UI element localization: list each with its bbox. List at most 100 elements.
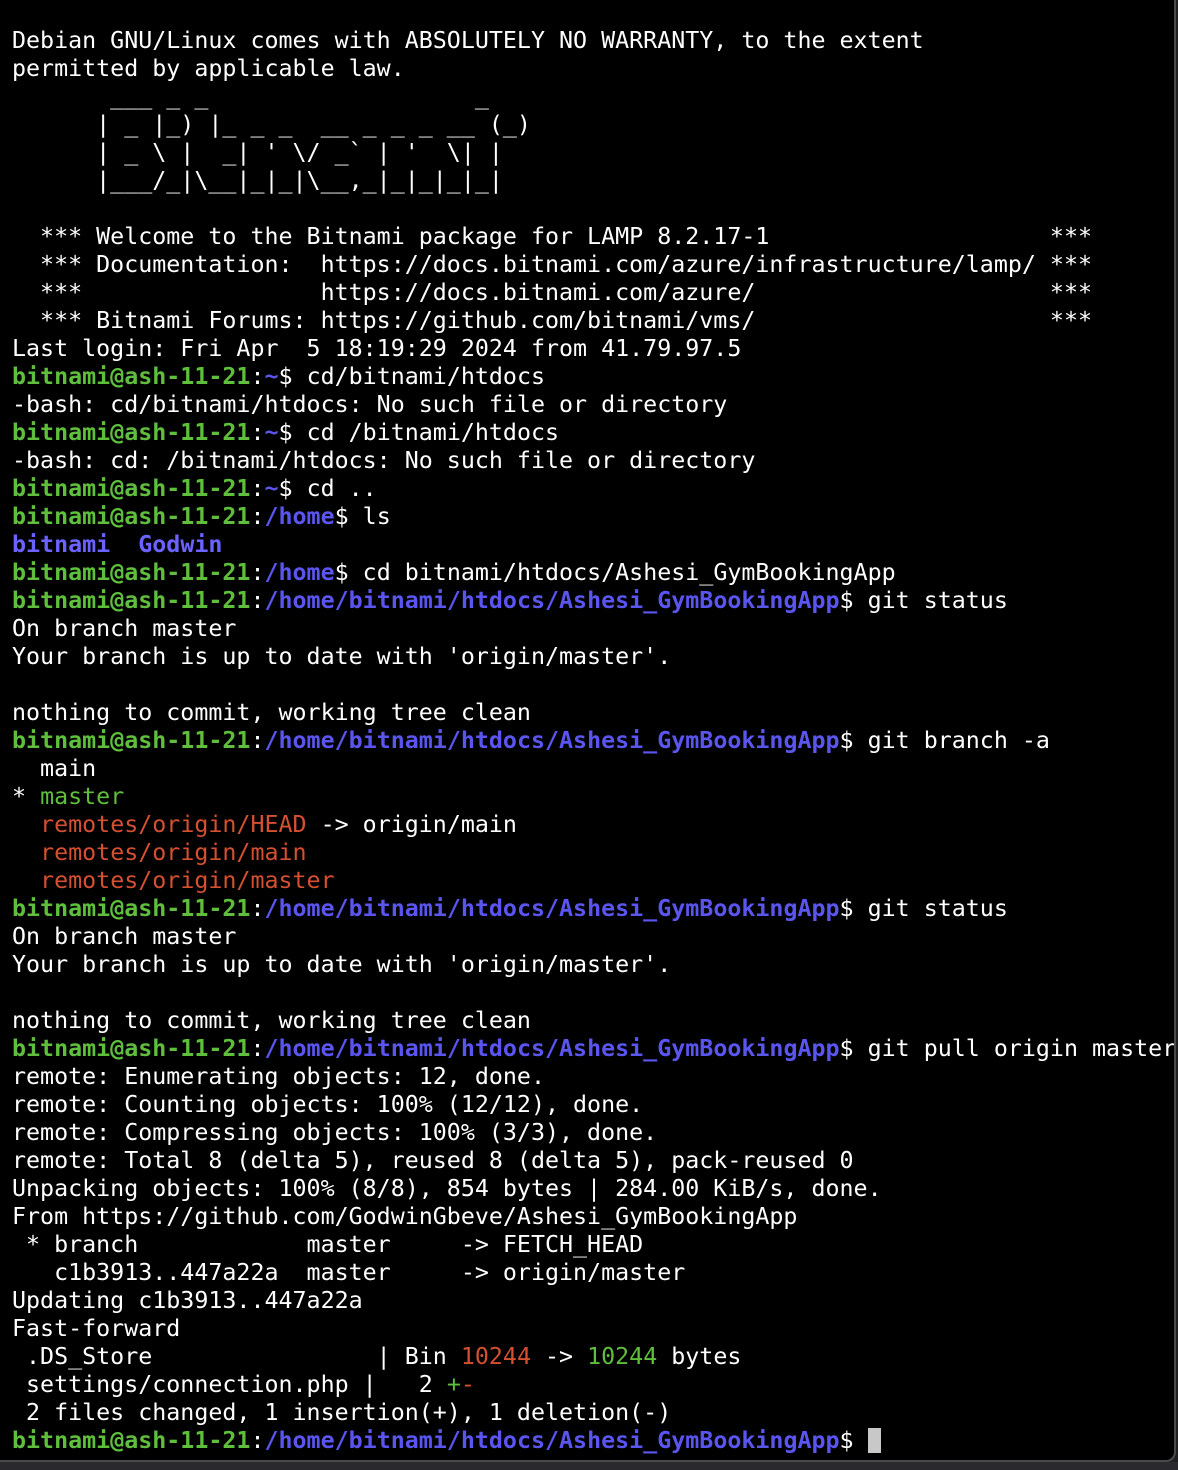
- highlight-green-text: master: [40, 783, 125, 810]
- prompt-user-host: bitnami@ash-11-21: [12, 895, 251, 922]
- output-line: nothing to commit, working tree clean: [12, 699, 1174, 727]
- prompt-path: /home/bitnami/htdocs/Ashesi_GymBookingAp…: [264, 1035, 840, 1062]
- text-segment: :: [250, 419, 265, 446]
- text-segment: nothing to commit, working tree clean: [12, 1007, 531, 1034]
- output-line: .DS_Store | Bin 10244 -> 10244 bytes: [12, 1343, 1174, 1371]
- output-line: Debian GNU/Linux comes with ABSOLUTELY N…: [12, 27, 1174, 55]
- prompt-user-host: bitnami@ash-11-21: [12, 363, 251, 390]
- prompt-user-host: bitnami@ash-11-21: [12, 587, 251, 614]
- highlight-red-text: remotes/origin/master: [40, 867, 335, 894]
- text-segment: :: [250, 895, 265, 922]
- text-segment: *: [12, 783, 41, 810]
- output-line: * master: [12, 783, 1174, 811]
- directory-name: Godwin: [138, 531, 223, 558]
- output-line: On branch master: [12, 923, 1174, 951]
- output-line: *** https://docs.bitnami.com/azure/ ***: [12, 279, 1174, 307]
- output-line: remotes/origin/main: [12, 839, 1174, 867]
- text-segment: remote: Counting objects: 100% (12/12), …: [12, 1091, 644, 1118]
- output-line: Last login: Fri Apr 5 18:19:29 2024 from…: [12, 335, 1174, 363]
- prompt-path: /home/bitnami/htdocs/Ashesi_GymBookingAp…: [264, 1427, 840, 1454]
- output-line: remote: Total 8 (delta 5), reused 8 (del…: [12, 1147, 1174, 1175]
- output-line: 2 files changed, 1 insertion(+), 1 delet…: [12, 1399, 1174, 1427]
- text-segment: [110, 531, 138, 558]
- output-line: permitted by applicable law.: [12, 55, 1174, 83]
- highlight-red-text: 10244: [460, 1343, 531, 1370]
- prompt-path: ~: [264, 419, 279, 446]
- text-segment: main: [12, 755, 97, 782]
- prompt-line: bitnami@ash-11-21:/home/bitnami/htdocs/A…: [12, 1427, 1174, 1455]
- output-line: From https://github.com/GodwinGbeve/Ashe…: [12, 1203, 1174, 1231]
- text-segment: remote: Enumerating objects: 12, done.: [12, 1063, 545, 1090]
- prompt-user-host: bitnami@ash-11-21: [12, 1427, 251, 1454]
- text-segment: :: [250, 1427, 265, 1454]
- prompt-path: ~: [264, 363, 279, 390]
- text-segment: Your branch is up to date with 'origin/m…: [12, 951, 672, 978]
- prompt-path: /home/bitnami/htdocs/Ashesi_GymBookingAp…: [264, 727, 840, 754]
- highlight-red-text: remotes/origin/HEAD: [40, 811, 307, 838]
- output-line: c1b3913..447a22a master -> origin/master: [12, 1259, 1174, 1287]
- text-segment: :: [250, 587, 265, 614]
- output-line: -bash: cd: /bitnami/htdocs: No such file…: [12, 447, 1174, 475]
- text-segment: -bash: cd/bitnami/htdocs: No such file o…: [12, 391, 728, 418]
- text-segment: .DS_Store | Bin: [12, 1343, 461, 1370]
- text-segment: On branch master: [12, 615, 237, 642]
- output-line: Your branch is up to date with 'origin/m…: [12, 643, 1174, 671]
- text-segment: $ cd ..: [278, 475, 377, 502]
- output-line: settings/connection.php | 2 +-: [12, 1371, 1174, 1399]
- prompt-user-host: bitnami@ash-11-21: [12, 727, 251, 754]
- output-line: Updating c1b3913..447a22a: [12, 1287, 1174, 1315]
- text-segment: Updating c1b3913..447a22a: [12, 1287, 363, 1314]
- text-segment: From https://github.com/GodwinGbeve/Ashe…: [12, 1203, 798, 1230]
- output-line: *** Documentation: https://docs.bitnami.…: [12, 251, 1174, 279]
- text-segment: remote: Total 8 (delta 5), reused 8 (del…: [12, 1147, 854, 1174]
- text-segment: bytes: [657, 1343, 742, 1370]
- output-line: | _ \ | _| ' \/ _` | ' \| |: [12, 139, 1174, 167]
- text-segment: $ git status: [839, 587, 1008, 614]
- text-segment: ->: [530, 1343, 588, 1370]
- text-segment: c1b3913..447a22a master -> origin/master: [12, 1259, 686, 1286]
- text-segment: | _ |_) |_ _ _ __ _ _ _ __ (_): [12, 111, 531, 138]
- text-segment: Your branch is up to date with 'origin/m…: [12, 643, 672, 670]
- output-line: remote: Enumerating objects: 12, done.: [12, 1063, 1174, 1091]
- prompt-user-host: bitnami@ash-11-21: [12, 475, 251, 502]
- terminal-output: Debian GNU/Linux comes with ABSOLUTELY N…: [12, 27, 1176, 1455]
- text-segment: *** Documentation: https://docs.bitnami.…: [12, 251, 1092, 278]
- highlight-red-text: remotes/origin/main: [40, 839, 307, 866]
- text-segment: remote: Compressing objects: 100% (3/3),…: [12, 1119, 658, 1146]
- output-line: *** Bitnami Forums: https://github.com/b…: [12, 307, 1174, 335]
- text-segment: :: [250, 559, 265, 586]
- text-segment: nothing to commit, working tree clean: [12, 699, 531, 726]
- text-segment: *** Welcome to the Bitnami package for L…: [12, 223, 1092, 250]
- prompt-path: /home/bitnami/htdocs/Ashesi_GymBookingAp…: [264, 895, 840, 922]
- output-line: nothing to commit, working tree clean: [12, 1007, 1174, 1035]
- highlight-red-text: -: [460, 1371, 475, 1398]
- text-segment: $ cd /bitnami/htdocs: [278, 419, 560, 446]
- terminal-cursor[interactable]: [867, 1428, 881, 1453]
- prompt-line: bitnami@ash-11-21:/home/bitnami/htdocs/A…: [12, 1035, 1176, 1063]
- prompt-line: bitnami@ash-11-21:/home/bitnami/htdocs/A…: [12, 727, 1174, 755]
- prompt-user-host: bitnami@ash-11-21: [12, 1035, 251, 1062]
- prompt-user-host: bitnami@ash-11-21: [12, 419, 251, 446]
- prompt-path: /home: [264, 559, 335, 586]
- output-line: remotes/origin/HEAD -> origin/main: [12, 811, 1174, 839]
- text-segment: $ git pull origin master: [839, 1035, 1176, 1062]
- prompt-line: bitnami@ash-11-21:~$ cd ..: [12, 475, 1174, 503]
- text-segment: $: [839, 1427, 868, 1454]
- text-segment: *** Bitnami Forums: https://github.com/b…: [12, 307, 1092, 334]
- prompt-line: bitnami@ash-11-21:/home/bitnami/htdocs/A…: [12, 587, 1174, 615]
- output-line: *** Welcome to the Bitnami package for L…: [12, 223, 1174, 251]
- text-segment: Debian GNU/Linux comes with ABSOLUTELY N…: [12, 27, 924, 54]
- text-segment: :: [250, 727, 265, 754]
- output-line: * branch master -> FETCH_HEAD: [12, 1231, 1174, 1259]
- prompt-path: /home/bitnami/htdocs/Ashesi_GymBookingAp…: [264, 587, 840, 614]
- prompt-line: bitnami@ash-11-21:~$ cd /bitnami/htdocs: [12, 419, 1174, 447]
- text-segment: :: [250, 475, 265, 502]
- prompt-line: bitnami@ash-11-21:~$ cd/bitnami/htdocs: [12, 363, 1174, 391]
- highlight-green-text: +: [446, 1371, 461, 1398]
- terminal-window[interactable]: Debian GNU/Linux comes with ABSOLUTELY N…: [0, 0, 1176, 1462]
- output-line: Fast-forward: [12, 1315, 1174, 1343]
- text-segment: [12, 811, 40, 838]
- output-line: ___ _ _ _: [12, 83, 1174, 111]
